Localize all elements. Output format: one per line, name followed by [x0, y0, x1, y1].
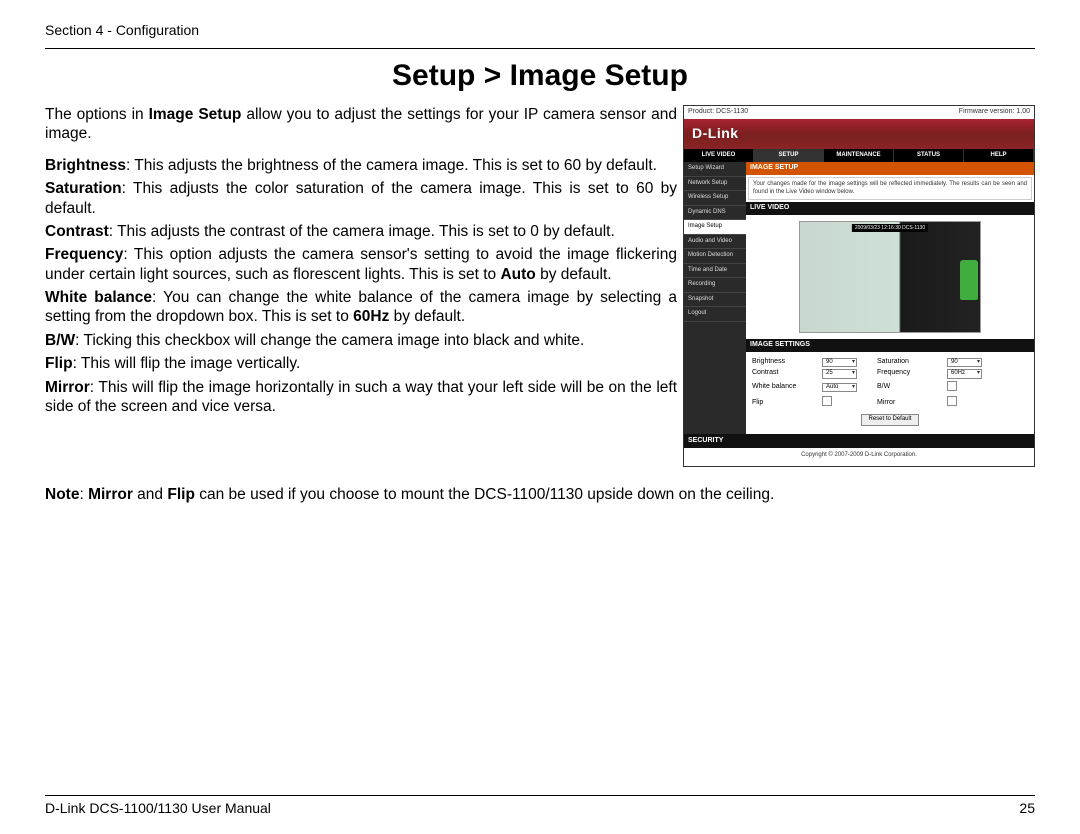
fig-tab-setup[interactable]: SETUP — [754, 149, 824, 163]
footer-left: D-Link DCS-1100/1130 User Manual — [45, 800, 271, 816]
fig-side-wizard[interactable]: Setup Wizard — [684, 162, 746, 177]
bold-whitebal: 60Hz — [353, 308, 389, 325]
fig-panel-note: Your changes made for the image settings… — [748, 177, 1032, 200]
note-paragraph: Note: Mirror and Flip can be used if you… — [45, 485, 1035, 504]
fig-video-timestamp: 2009/03/23 12:16:30 DCS-1130 — [852, 224, 928, 232]
bottom-divider — [45, 795, 1035, 796]
fig-side-ddns[interactable]: Dynamic DNS — [684, 206, 746, 221]
fig-top-tabs: LIVE VIDEO SETUP MAINTENANCE STATUS HELP — [684, 149, 1034, 163]
term-bw: B/W — [45, 332, 75, 349]
intro-bold: Image Setup — [149, 106, 242, 123]
fig-tab-maint[interactable]: MAINTENANCE — [824, 149, 894, 163]
fig-lbl-frequency: Frequency — [877, 369, 947, 378]
fig-chk-bw[interactable] — [947, 381, 957, 391]
term-frequency: Frequency — [45, 246, 123, 263]
fig-brand-banner: D-Link — [684, 119, 1034, 149]
fig-sel-brightness[interactable]: 90 — [822, 358, 857, 368]
fig-lbl-flip: Flip — [752, 399, 822, 408]
term-brightness: Brightness — [45, 157, 126, 174]
term-flip: Flip — [45, 355, 73, 372]
fig-lbl-mirror: Mirror — [877, 399, 947, 408]
text-whitebal-b: by default. — [389, 308, 465, 325]
config-screenshot: Product: DCS-1130 Firmware version: 1.00… — [683, 105, 1035, 467]
fig-lbl-saturation: Saturation — [877, 358, 947, 367]
fig-side-av[interactable]: Audio and Video — [684, 235, 746, 250]
fig-security-bar: SECURITY — [684, 434, 1034, 449]
fig-sidebar: Setup Wizard Network Setup Wireless Setu… — [684, 162, 746, 433]
note-flip: Flip — [167, 486, 195, 503]
fig-reset-button[interactable]: Reset to Default — [861, 414, 918, 426]
text-flip: : This will flip the image vertically. — [73, 355, 301, 372]
fig-chk-flip[interactable] — [822, 396, 832, 406]
fig-product: Product: DCS-1130 — [688, 108, 748, 117]
note-sep: : — [79, 486, 88, 503]
text-saturation: : This adjusts the color saturation of t… — [45, 180, 677, 216]
text-brightness: : This adjusts the brightness of the cam… — [126, 157, 657, 174]
fig-side-wireless[interactable]: Wireless Setup — [684, 191, 746, 206]
fig-sel-contrast[interactable]: 25 — [822, 369, 857, 379]
fig-side-logout[interactable]: Logout — [684, 307, 746, 322]
fig-lbl-whitebal: White balance — [752, 383, 822, 392]
fig-side-network[interactable]: Network Setup — [684, 177, 746, 192]
fig-lbl-bw: B/W — [877, 383, 947, 392]
bold-frequency: Auto — [500, 266, 535, 283]
term-contrast: Contrast — [45, 223, 109, 240]
fig-side-image[interactable]: Image Setup — [684, 220, 746, 235]
fig-lbl-brightness: Brightness — [752, 358, 822, 367]
fig-sel-whitebal[interactable]: Auto — [822, 383, 857, 393]
fig-brand: D-Link — [692, 125, 739, 143]
term-saturation: Saturation — [45, 180, 122, 197]
intro-pre: The options in — [45, 106, 149, 123]
fig-side-snap[interactable]: Snapshot — [684, 293, 746, 308]
note-lead: Note — [45, 486, 79, 503]
note-mid: and — [133, 486, 167, 503]
top-divider — [45, 48, 1035, 49]
term-whitebal: White balance — [45, 289, 152, 306]
note-tail: can be used if you choose to mount the D… — [195, 486, 774, 503]
text-frequency-b: by default. — [536, 266, 612, 283]
body-content: Product: DCS-1130 Firmware version: 1.00… — [45, 105, 1035, 504]
term-mirror: Mirror — [45, 379, 90, 396]
section-header: Section 4 - Configuration — [45, 22, 1035, 38]
fig-tab-status[interactable]: STATUS — [894, 149, 964, 163]
fig-copyright: Copyright © 2007-2009 D-Link Corporation… — [684, 448, 1034, 466]
fig-chk-mirror[interactable] — [947, 396, 957, 406]
fig-sel-frequency[interactable]: 60Hz — [947, 369, 982, 379]
fig-side-time[interactable]: Time and Date — [684, 264, 746, 279]
text-contrast: : This adjusts the contrast of the camer… — [109, 223, 615, 240]
fig-side-rec[interactable]: Recording — [684, 278, 746, 293]
fig-lbl-contrast: Contrast — [752, 369, 822, 378]
note-mirror: Mirror — [88, 486, 133, 503]
fig-video-preview: 2009/03/23 12:16:30 DCS-1130 — [799, 221, 981, 333]
fig-settings-hd: IMAGE SETTINGS — [746, 339, 1034, 352]
fig-tab-help[interactable]: HELP — [964, 149, 1034, 163]
fig-tab-live[interactable]: LIVE VIDEO — [684, 149, 754, 163]
fig-panel-title: IMAGE SETUP — [746, 162, 1034, 175]
fig-sel-saturation[interactable]: 90 — [947, 358, 982, 368]
fig-video-object — [960, 260, 978, 300]
fig-firmware: Firmware version: 1.00 — [959, 108, 1030, 117]
page-title: Setup > Image Setup — [45, 59, 1035, 93]
fig-side-motion[interactable]: Motion Detection — [684, 249, 746, 264]
text-bw: : Ticking this checkbox will change the … — [75, 332, 584, 349]
text-mirror: : This will flip the image horizontally … — [45, 379, 677, 415]
fig-livevideo-hd: LIVE VIDEO — [746, 202, 1034, 215]
page-number: 25 — [1019, 800, 1035, 816]
